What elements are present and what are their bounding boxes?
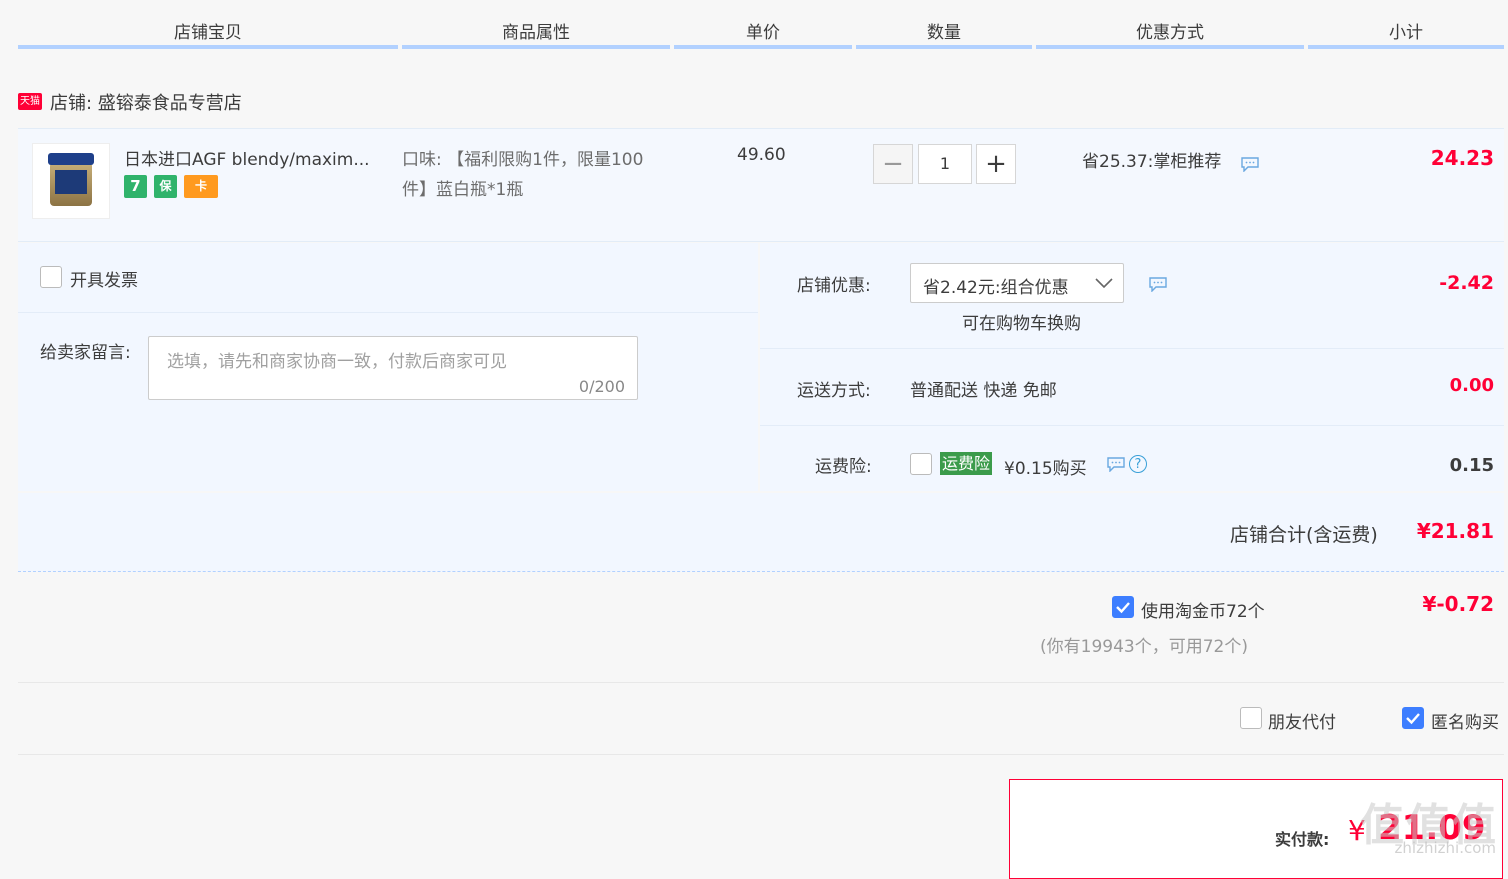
insurance-label: 运费险: xyxy=(815,457,872,477)
shop-name-link[interactable]: 店铺: 盛镕泰食品专营店 xyxy=(50,89,242,115)
attr-line: 件】蓝白瓶*1瓶 xyxy=(402,180,524,200)
coins-label: 使用淘金币72个 xyxy=(1141,602,1265,622)
credit-card-icon: 卡 xyxy=(184,175,218,198)
header-underline xyxy=(674,45,852,49)
watermark-sub: zhizhizhi.com xyxy=(1394,839,1496,857)
check-icon xyxy=(1116,602,1130,614)
friend-pay-checkbox[interactable] xyxy=(1240,707,1262,729)
unit-price: 49.60 xyxy=(737,145,786,165)
check-icon xyxy=(1406,713,1420,725)
invoice-checkbox[interactable] xyxy=(40,266,62,288)
insurance-price: ¥0.15购买 xyxy=(1004,459,1087,479)
guarantee-icon: 保 xyxy=(154,175,177,198)
insurance-tag: 运费险 xyxy=(940,452,993,475)
product-thumbnail[interactable] xyxy=(32,143,110,219)
coffee-jar-label xyxy=(55,170,87,194)
divider xyxy=(18,682,1504,683)
header-underline xyxy=(18,45,398,49)
insurance-checkbox[interactable] xyxy=(910,453,932,475)
coffee-jar-lid xyxy=(48,153,94,165)
header-underline xyxy=(856,45,1032,49)
item-subtotal: 24.23 xyxy=(1430,146,1494,170)
insurance-amount: 0.15 xyxy=(1449,455,1494,476)
item-promo-text: 省25.37:掌柜推荐 xyxy=(1082,152,1222,172)
shop-total-label: 店铺合计(含运费) xyxy=(1230,524,1378,546)
attr-line: 口味: 【福利限购1件，限量100 xyxy=(402,150,644,170)
chat-bubble-icon[interactable] xyxy=(1106,456,1126,472)
shop-discount-select[interactable]: 省2.42元:组合优惠 xyxy=(910,263,1124,303)
payment-label: 实付款: xyxy=(1275,830,1330,849)
shop-discount-selected: 省2.42元:组合优惠 xyxy=(923,278,1069,298)
anonymous-checkbox[interactable] xyxy=(1402,707,1424,729)
coins-note: (你有19943个，可用72个) xyxy=(1040,637,1248,657)
coins-checkbox[interactable] xyxy=(1112,596,1134,618)
chat-bubble-icon[interactable] xyxy=(1240,156,1260,172)
quantity-minus-button[interactable]: − xyxy=(873,144,913,184)
seller-message-textarea[interactable]: 选填，请先和商家协商一致，付款后商家可见 0/200 xyxy=(148,336,638,400)
shop-total-amount: ¥21.81 xyxy=(1416,519,1494,543)
shipping-amount: 0.00 xyxy=(1449,375,1494,396)
header-underline xyxy=(1036,45,1304,49)
tmall-icon: 天猫 xyxy=(18,93,42,110)
product-title-link[interactable]: 日本进口AGF blendy/maxim... xyxy=(124,145,388,170)
shop-discount-amount: -2.42 xyxy=(1439,272,1494,294)
divider xyxy=(760,425,1504,426)
shipping-method: 普通配送 快递 免邮 xyxy=(910,381,1057,401)
product-attributes: 口味: 【福利限购1件，限量100 件】蓝白瓶*1瓶 xyxy=(402,145,682,205)
divider xyxy=(18,754,1504,755)
anonymous-label: 匿名购买 xyxy=(1431,713,1499,733)
seven-day-return-icon: 7 xyxy=(124,175,147,198)
message-placeholder: 选填，请先和商家协商一致，付款后商家可见 xyxy=(167,352,507,372)
header-underline xyxy=(1308,45,1504,49)
message-char-count: 0/200 xyxy=(578,377,625,396)
chat-bubble-icon[interactable] xyxy=(1148,276,1168,292)
friend-pay-label: 朋友代付 xyxy=(1268,713,1336,733)
help-icon[interactable]: ? xyxy=(1129,455,1147,473)
chevron-down-icon xyxy=(1095,278,1113,289)
quantity-input[interactable]: 1 xyxy=(918,144,972,184)
divider xyxy=(18,312,758,313)
coins-amount: ¥-0.72 xyxy=(1422,592,1494,616)
shop-discount-note: 可在购物车换购 xyxy=(962,314,1081,334)
header-underline xyxy=(402,45,670,49)
quantity-plus-button[interactable]: + xyxy=(976,144,1016,184)
shop-discount-label: 店铺优惠: xyxy=(797,276,871,296)
divider xyxy=(760,348,1504,349)
seller-message-label: 给卖家留言: xyxy=(40,343,131,363)
invoice-label: 开具发票 xyxy=(70,271,138,291)
shipping-label: 运送方式: xyxy=(797,381,871,401)
